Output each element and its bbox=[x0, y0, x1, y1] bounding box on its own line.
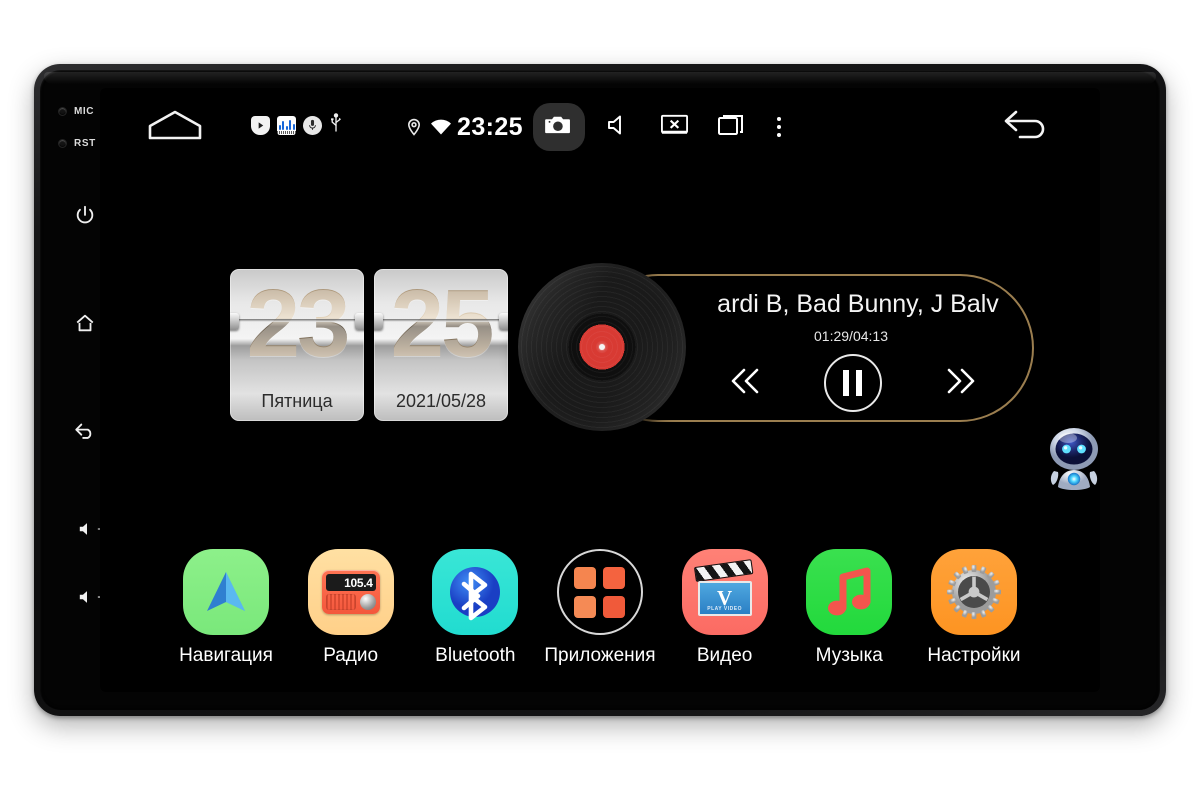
flip-hinge-right-icon bbox=[355, 313, 364, 330]
radio-lower bbox=[325, 594, 376, 610]
radio-body: 105.4 bbox=[321, 570, 380, 614]
previous-track-button[interactable] bbox=[727, 365, 765, 402]
reset-pinhole[interactable]: RST bbox=[58, 138, 96, 149]
vinyl-sheen bbox=[518, 263, 686, 431]
flip-hinge-left-icon bbox=[230, 313, 239, 330]
mic-pinhole: MIC bbox=[58, 106, 94, 117]
media-body: ardi B, Bad Bunny, J Balv 01:29/04:13 bbox=[698, 284, 1022, 412]
status-clock: 23:25 bbox=[457, 112, 523, 141]
gear-icon bbox=[930, 549, 1017, 635]
speaker-icon bbox=[78, 588, 96, 606]
app-grid-icon bbox=[556, 549, 643, 635]
touchscreen[interactable]: 23:25 23 Пятница 25 2021/05/28 ardi B, B… bbox=[100, 88, 1100, 692]
recent-apps-button[interactable] bbox=[703, 104, 759, 150]
next-track-button[interactable] bbox=[941, 365, 979, 402]
media-controls bbox=[698, 354, 1008, 412]
screen-off-button[interactable] bbox=[647, 104, 703, 150]
flip-minutes-card: 25 2021/05/28 bbox=[374, 269, 508, 421]
app-navigation[interactable]: Навигация bbox=[174, 549, 278, 667]
app-label-video: Видео bbox=[696, 645, 753, 666]
clapper-board: V PLAY VIDEO bbox=[697, 581, 752, 616]
pause-icon bbox=[843, 370, 863, 396]
clapper-top-icon bbox=[693, 559, 754, 582]
back-button[interactable] bbox=[68, 414, 102, 448]
home-button[interactable] bbox=[68, 306, 102, 340]
camera-icon bbox=[545, 114, 572, 140]
app-label-navigation: Навигация bbox=[179, 645, 273, 666]
status-back-button[interactable] bbox=[1002, 105, 1054, 145]
flip-hinge-right-icon bbox=[499, 313, 508, 330]
play-pause-button[interactable] bbox=[823, 354, 882, 412]
app-settings[interactable]: Настройки bbox=[922, 549, 1026, 667]
clapperboard-icon: V PLAY VIDEO bbox=[681, 549, 768, 635]
flip-weekday: Пятница bbox=[261, 391, 333, 411]
gear bbox=[946, 564, 1002, 620]
navigation-arrow-icon bbox=[183, 549, 269, 635]
robot-assistant-icon[interactable] bbox=[1043, 425, 1100, 497]
screen-off-icon bbox=[660, 113, 689, 142]
mic-label: MIC bbox=[74, 106, 95, 117]
speaker-icon bbox=[78, 520, 96, 538]
recent-apps-icon bbox=[717, 113, 745, 142]
back-arrow-icon bbox=[73, 420, 97, 442]
overflow-menu-button[interactable] bbox=[759, 104, 799, 150]
vinyl-record-icon bbox=[518, 263, 686, 431]
app-dock: Навигация 105.4 Радио Bluetooth Приложен… bbox=[100, 549, 1100, 667]
music-note-icon bbox=[806, 549, 893, 635]
flip-minutes-value: 25 bbox=[374, 269, 508, 385]
app-video[interactable]: V PLAY VIDEO Видео bbox=[673, 549, 777, 667]
track-title: ardi B, Bad Bunny, J Balv bbox=[717, 290, 999, 318]
flip-seam bbox=[374, 319, 508, 322]
head-unit-device: MIC RST 23:25 23 Пятница 25 2021/05/28 a… bbox=[34, 64, 1166, 716]
status-bar: 23:25 bbox=[100, 88, 1100, 164]
radio-frequency-display: 105.4 bbox=[325, 574, 376, 591]
app-music[interactable]: Музыка bbox=[797, 549, 901, 667]
next-track-icon bbox=[941, 365, 979, 402]
flip-clock-widget[interactable]: 23 Пятница 25 2021/05/28 bbox=[230, 269, 508, 421]
status-bar-center: 23:25 bbox=[100, 103, 1100, 151]
app-label-bluetooth: Bluetooth bbox=[435, 645, 516, 666]
media-player-widget[interactable]: ardi B, Bad Bunny, J Balv 01:29/04:13 bbox=[518, 263, 1034, 431]
wifi-icon bbox=[427, 118, 455, 136]
app-label-music: Музыка bbox=[815, 645, 883, 666]
home-icon bbox=[74, 312, 96, 334]
flip-hours-value: 23 bbox=[230, 269, 364, 385]
app-radio[interactable]: 105.4 Радио bbox=[299, 549, 403, 667]
radio-icon: 105.4 bbox=[307, 549, 394, 635]
track-time: 01:29/04:13 bbox=[814, 328, 888, 344]
power-icon bbox=[74, 204, 96, 226]
grid-squares bbox=[574, 566, 626, 618]
power-button[interactable] bbox=[68, 198, 102, 232]
camera-button[interactable] bbox=[532, 103, 585, 151]
flip-hinge-left-icon bbox=[374, 313, 383, 330]
overflow-menu-icon bbox=[776, 117, 781, 137]
screenshot-stage: MIC RST 23:25 23 Пятница 25 2021/05/28 a… bbox=[0, 0, 1200, 800]
radio-knob-icon bbox=[359, 594, 376, 610]
reset-hole-icon[interactable] bbox=[58, 139, 67, 148]
radio-speaker-grille-icon bbox=[325, 594, 356, 610]
bluetooth-icon bbox=[432, 549, 519, 635]
mic-hole-icon bbox=[58, 107, 67, 116]
app-label-settings: Настройки bbox=[927, 645, 1021, 666]
flip-seam bbox=[230, 319, 364, 322]
previous-track-icon bbox=[727, 365, 765, 402]
speaker-mute-icon bbox=[606, 113, 632, 142]
app-label-apps: Приложения bbox=[544, 645, 656, 666]
flip-date: 2021/05/28 bbox=[395, 391, 487, 411]
app-bluetooth[interactable]: Bluetooth bbox=[423, 549, 527, 667]
flip-hours-card: 23 Пятница bbox=[230, 269, 364, 421]
clapper: V PLAY VIDEO bbox=[693, 559, 754, 617]
app-apps[interactable]: Приложения bbox=[544, 549, 656, 667]
location-pin-icon bbox=[401, 118, 427, 136]
app-label-radio: Радио bbox=[323, 645, 379, 666]
clapper-caption: PLAY VIDEO bbox=[707, 606, 742, 612]
speaker-mute-button[interactable] bbox=[591, 104, 647, 150]
reset-label: RST bbox=[74, 138, 96, 149]
